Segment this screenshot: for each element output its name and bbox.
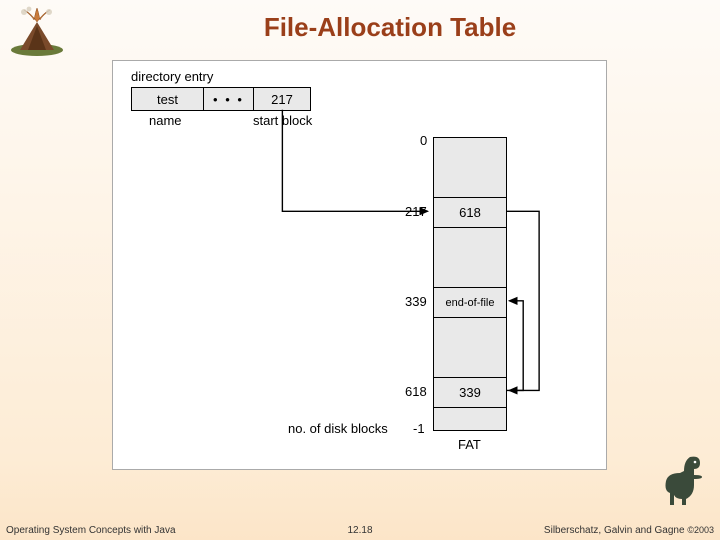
- footer: Operating System Concepts with Java 12.1…: [0, 520, 720, 538]
- fat-row-217: 618: [434, 198, 506, 228]
- volcano-icon: [6, 6, 68, 63]
- fat-row-618: 339: [434, 378, 506, 408]
- index-minus1: -1: [413, 421, 425, 436]
- directory-entry-box: test • • • 217: [131, 87, 311, 111]
- dir-entry-startblock: 217: [254, 88, 310, 110]
- slide-title: File-Allocation Table: [60, 0, 720, 43]
- fat-row-blank-bottom: [434, 408, 506, 430]
- footer-left: Operating System Concepts with Java: [6, 525, 176, 536]
- dir-entry-ellipsis: • • •: [204, 88, 254, 110]
- fat-row-blank-mid2: [434, 318, 506, 378]
- fat-caption: FAT: [458, 437, 481, 452]
- arrows-layer: [113, 61, 606, 469]
- fat-diagram: directory entry test • • • 217 name star…: [113, 61, 606, 469]
- fat-row-blank-top: [434, 138, 506, 198]
- start-block-label: start block: [253, 113, 312, 128]
- name-label: name: [149, 113, 182, 128]
- index-618: 618: [405, 384, 427, 399]
- fat-row-339: end-of-file: [434, 288, 506, 318]
- dinosaur-icon: [660, 451, 706, 514]
- footer-right: Silberschatz, Galvin and Gagne ©2003: [544, 525, 714, 536]
- fat-table: 618 end-of-file 339: [433, 137, 507, 431]
- no-disk-blocks-label: no. of disk blocks: [288, 421, 388, 436]
- diagram-frame: directory entry test • • • 217 name star…: [112, 60, 607, 470]
- footer-page-number: 12.18: [347, 525, 372, 536]
- fat-row-blank-mid1: [434, 228, 506, 288]
- directory-entry-label: directory entry: [131, 69, 213, 84]
- index-339: 339: [405, 294, 427, 309]
- index-217: 217: [405, 204, 427, 219]
- dir-entry-name: test: [132, 88, 204, 110]
- index-0: 0: [420, 133, 427, 148]
